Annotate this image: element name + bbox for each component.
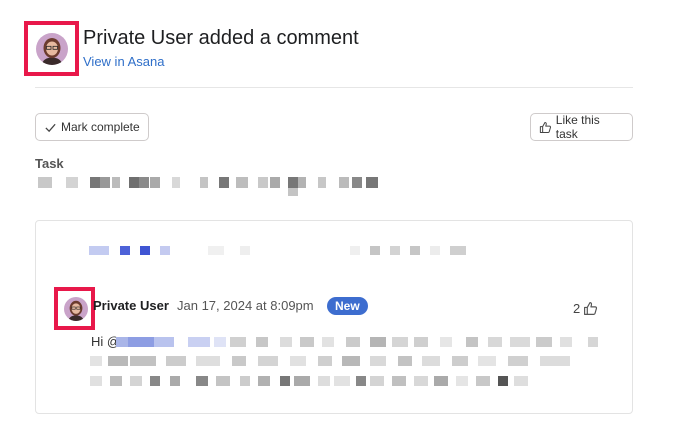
highlight-box xyxy=(24,21,79,76)
thumbs-up-icon xyxy=(539,121,552,133)
like-count: 2 xyxy=(573,301,581,316)
comment-timestamp: Jan 17, 2024 at 8:09pm xyxy=(177,298,314,313)
view-in-asana-link[interactable]: View in Asana xyxy=(83,54,164,69)
check-icon xyxy=(45,123,56,132)
divider xyxy=(35,87,633,88)
like-task-label: Like this task xyxy=(555,113,600,141)
mark-complete-label: Mark complete xyxy=(61,120,140,134)
status-badge: New xyxy=(327,297,368,315)
comment-like-button[interactable]: 2 xyxy=(573,301,598,316)
mark-complete-button[interactable]: Mark complete xyxy=(35,113,149,141)
highlight-box xyxy=(54,287,95,330)
thumbs-up-icon xyxy=(584,302,598,315)
like-task-button[interactable]: Like this task xyxy=(530,113,633,141)
comment-author[interactable]: Private User xyxy=(93,298,169,313)
avatar[interactable] xyxy=(36,33,68,65)
avatar[interactable] xyxy=(64,297,88,321)
task-label: Task xyxy=(35,156,64,171)
page-title: Private User added a comment xyxy=(83,27,359,49)
